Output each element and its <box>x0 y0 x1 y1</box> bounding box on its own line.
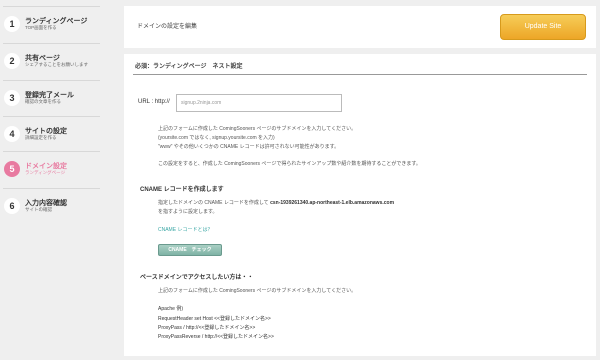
step-number: 3 <box>4 90 20 106</box>
page-title: ドメインの設定を編集 <box>137 24 198 30</box>
apache-label: Apache 例) <box>158 306 184 312</box>
cname-instruction: 指定したドメインの CNAME レコードを作成して csn-1939261340… <box>158 199 394 206</box>
section-heading: 必須：ランディングページ ネスト設定 <box>135 64 243 70</box>
step-number: 1 <box>4 16 20 32</box>
cname-value: csn-1939261340.ap-northeast-1.elb.amazon… <box>270 200 395 206</box>
sidebar-step-site-settings[interactable]: 4 サイトの設定 詳細設定を作る <box>0 118 104 151</box>
divider <box>3 116 100 117</box>
help-text: この設定をすると、作成した ComingSooners ページで得られたサインア… <box>158 161 421 167</box>
domain-settings-panel: 必須：ランディングページ ネスト設定 URL : http:// signup.… <box>124 54 596 356</box>
sidebar-step-share[interactable]: 2 共有ページ シェアすることをお願いします <box>0 45 104 78</box>
help-text: 上記のフォームに作成した ComingSooners ページのサブドメインを入力… <box>158 126 357 132</box>
help-text: (yoursite.com ではなく, signup.yoursite.com … <box>158 135 275 141</box>
step-subtitle: シェアすることをお願いします <box>25 62 88 67</box>
step-subtitle: 詳細設定を作る <box>25 135 57 140</box>
top-bar: ドメインの設定を編集 Update Site <box>124 6 596 48</box>
step-number: 5 <box>4 161 20 177</box>
step-number: 6 <box>4 198 20 214</box>
divider <box>3 6 100 7</box>
help-text: "www" やその他いくつかの CNAME レコードは許可されない可能性がありま… <box>158 144 340 150</box>
divider <box>3 151 100 152</box>
step-number: 4 <box>4 126 20 142</box>
step-subtitle: ランディングページ <box>25 170 66 175</box>
sidebar-step-confirm[interactable]: 6 入力内容確認 サイトの確認 <box>0 190 104 223</box>
step-subtitle: サイトの確認 <box>25 207 52 212</box>
cname-help-link[interactable]: CNAME レコードとは？ <box>158 226 212 233</box>
sidebar-step-email[interactable]: 3 登録完了メール 確認の文章を作る <box>0 82 104 115</box>
subdomain-input[interactable]: signup.2ninja.com <box>176 94 342 112</box>
sidebar: 1 ランディングページ TOP画面を作る 2 共有ページ シェアすることをお願い… <box>0 0 104 360</box>
sidebar-step-landing[interactable]: 1 ランディングページ TOP画面を作る <box>0 8 104 41</box>
base-domain-heading: ベースドメインでアクセスしたい方は・・ <box>140 275 254 281</box>
apache-config-line: RequestHeader set Host <<登録したドメイン名>> <box>158 316 271 322</box>
cname-instruction: を指すように設定します。 <box>158 209 218 215</box>
cname-check-button[interactable]: CNAME チェック <box>158 244 222 256</box>
divider <box>3 80 100 81</box>
step-number: 2 <box>4 53 20 69</box>
base-domain-text: 上記のフォームに作成した ComingSooners ページのサブドメインを入力… <box>158 288 357 294</box>
divider <box>133 74 587 75</box>
update-site-button[interactable]: Update Site <box>500 14 586 40</box>
apache-config-line: ProxyPass / http://<<登録したドメイン名>> <box>158 325 256 331</box>
step-subtitle: 確認の文章を作る <box>25 99 61 104</box>
divider <box>3 43 100 44</box>
url-label: URL : http:// <box>138 99 170 105</box>
cname-instruction-prefix: 指定したドメインの CNAME レコードを作成して <box>158 200 269 206</box>
apache-config-line: ProxyPassReverse / http://<<登録したドメイン名>> <box>158 334 274 340</box>
cname-heading: CNAME レコードを作成します <box>140 187 224 193</box>
divider <box>3 188 100 189</box>
sidebar-step-domain[interactable]: 5 ドメイン設定 ランディングページ <box>0 153 104 186</box>
step-subtitle: TOP画面を作る <box>25 25 57 30</box>
